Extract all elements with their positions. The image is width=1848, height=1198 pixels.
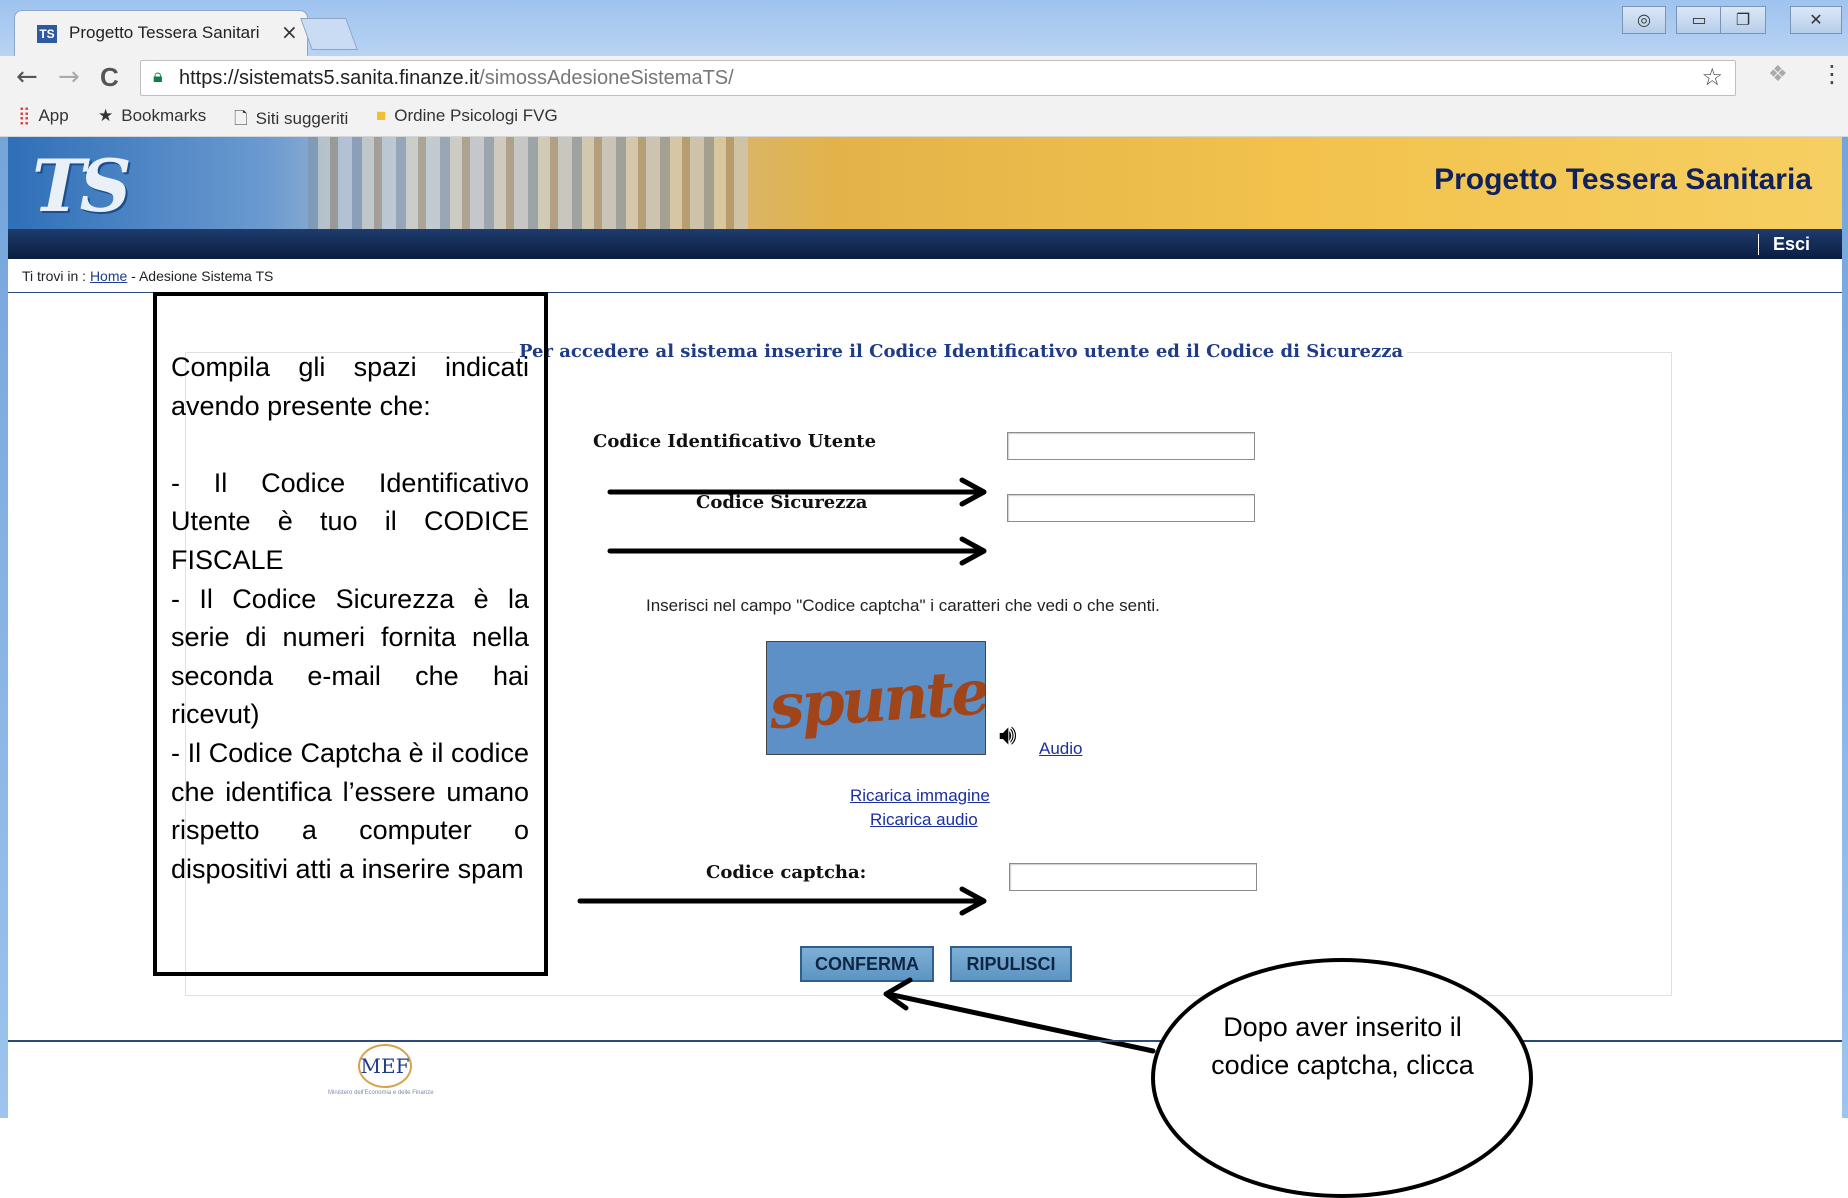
arrow-to-confirm [885,991,1156,1054]
instruction-point-security: - Il Codice Sicurezza è la serie di nume… [171,583,529,730]
confirm-callout-text: Dopo aver inserito il codice captcha, cl… [1211,1012,1474,1080]
instruction-intro: Compila gli spazi indicati avendo presen… [171,352,529,421]
mef-logo: MEF [358,1044,412,1088]
instruction-point-captcha: - Il Codice Captcha è il codice che iden… [171,737,529,884]
mef-caption: Ministero dell'Economia e delle Finanze [328,1090,434,1096]
instruction-callout-text: Compila gli spazi indicati avendo presen… [171,348,529,888]
footer-divider [8,1040,1842,1042]
instruction-point-user-id: - Il Codice Identificativo Utente è tuo … [171,467,529,575]
